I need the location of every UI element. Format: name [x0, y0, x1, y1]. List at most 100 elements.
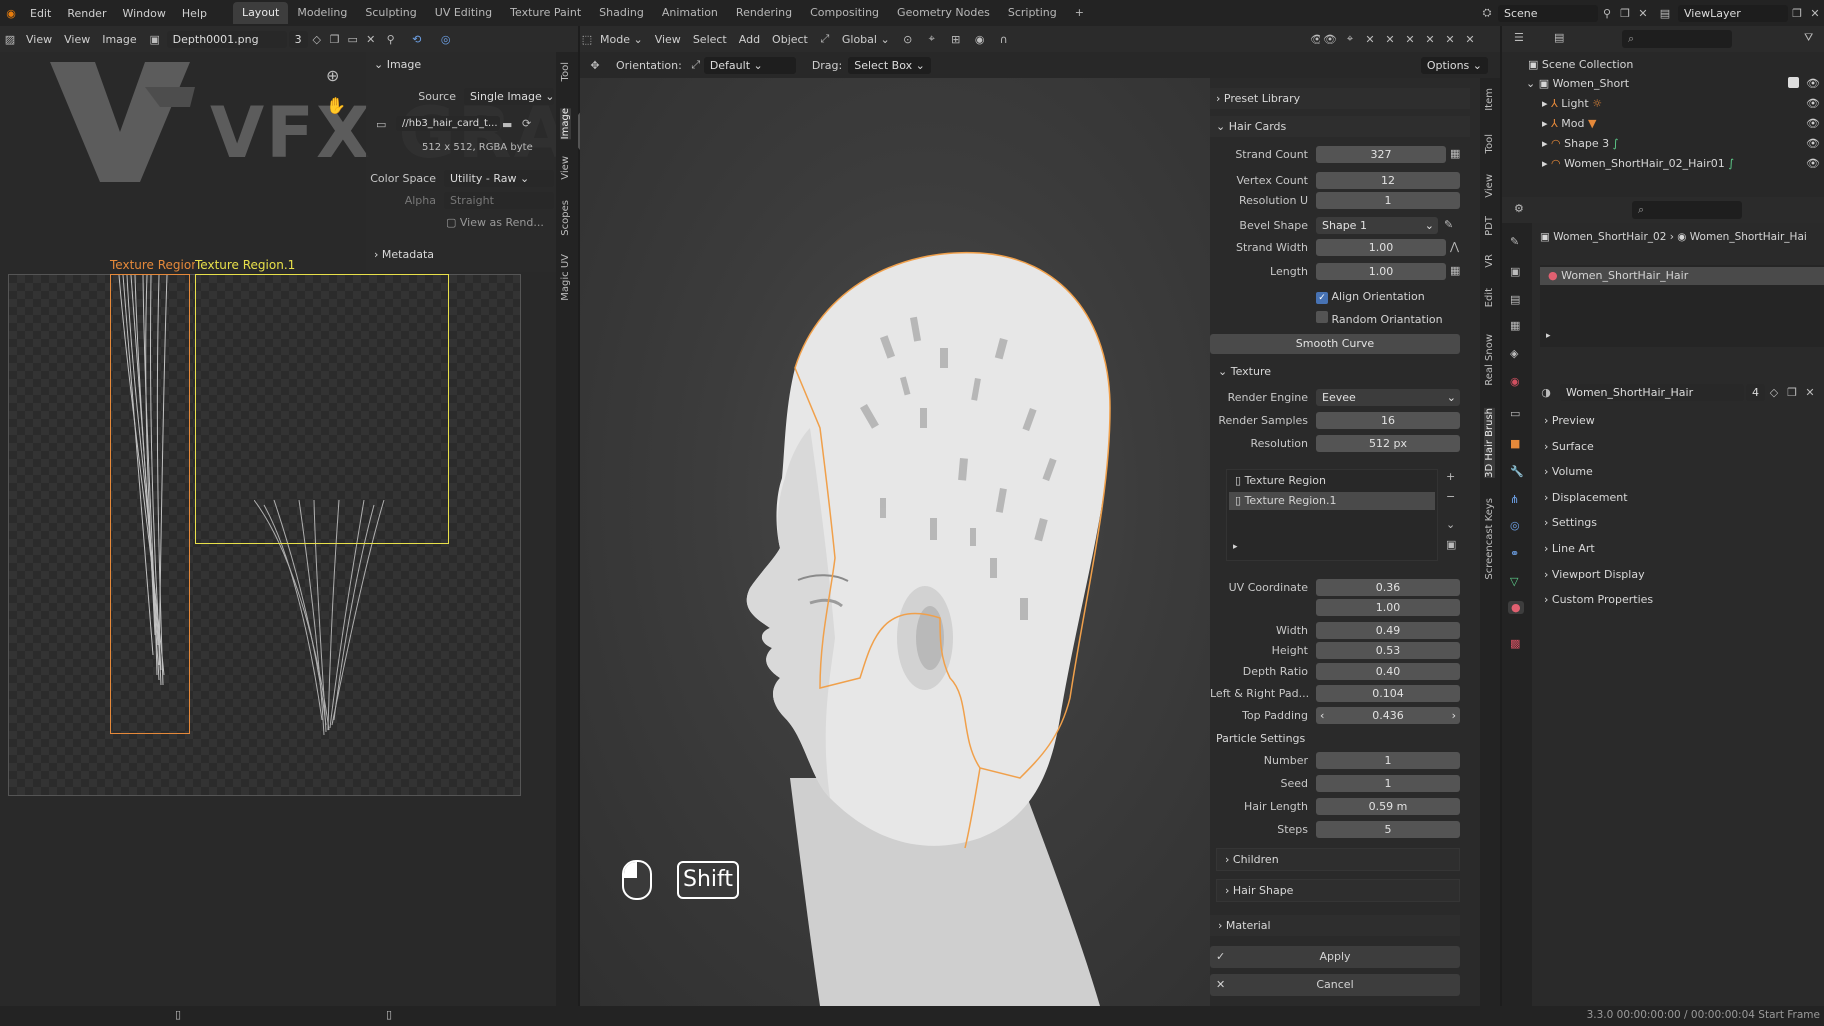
top-padding-field[interactable]: ‹ 0.436 › [1316, 707, 1460, 724]
material-slot-list[interactable]: ● Women_ShortHair_Hair ▸ [1540, 265, 1824, 347]
cursor-icon[interactable]: ⌖ [1340, 32, 1360, 46]
eye-icon[interactable]: 👁 [1806, 137, 1820, 150]
list-item-texture-region-1[interactable]: ▯ Texture Region.1 [1229, 492, 1435, 510]
pivot-icon[interactable]: ⊙ [896, 33, 920, 46]
strand-width-field[interactable]: 1.00 [1316, 239, 1446, 256]
data-tab-icon[interactable]: ▽ [1510, 575, 1518, 588]
tab-magic-uv[interactable]: Magic UV [560, 254, 571, 301]
tab-sculpting[interactable]: Sculpting [356, 2, 425, 24]
outliner-item-mod[interactable]: ▸ ⅄ Mod ▼ [1542, 117, 1596, 130]
seed-field[interactable]: 1 [1316, 775, 1460, 792]
outliner-editor-icon[interactable]: ☰ [1514, 31, 1524, 44]
strand-count-icon[interactable]: ▦ [1450, 147, 1460, 160]
render-samples-field[interactable]: 16 [1316, 412, 1460, 429]
apply-button[interactable]: ✓ Apply [1210, 946, 1460, 968]
random-orientation-checkbox[interactable]: Random Oriantation [1316, 311, 1443, 326]
list-item-texture-region[interactable]: ▯ Texture Region [1229, 472, 1435, 490]
scene-selector[interactable]: Scene [1498, 4, 1598, 22]
material-selector[interactable]: ◑ Women_ShortHair_Hair 4 ◇ ❐ ✕ [1532, 381, 1824, 403]
scene-icon[interactable]: ⛭ [1476, 6, 1498, 20]
tab-scripting[interactable]: Scripting [999, 2, 1066, 24]
eyedropper-icon[interactable]: ✎ [1444, 218, 1453, 231]
uv-x-field[interactable]: 0.36 [1316, 579, 1460, 596]
copy-scene-icon[interactable]: ❐ [1616, 7, 1634, 20]
line-art-section[interactable]: › Line Art [1544, 542, 1595, 555]
displacement-section[interactable]: › Displacement [1544, 491, 1628, 504]
viewport-add-menu[interactable]: Add [733, 33, 766, 46]
metadata-panel-header[interactable]: › Metadata [374, 248, 434, 261]
image-browse-icon[interactable]: ▣ [143, 33, 167, 46]
overlay-icon[interactable]: ◎ [432, 33, 460, 46]
resolution-u-field[interactable]: 1 [1316, 192, 1460, 209]
view-layer-selector[interactable]: ViewLayer [1678, 4, 1788, 22]
hair-shape-header[interactable]: › Hair Shape [1216, 879, 1460, 902]
open-folder-icon[interactable]: ▭ [344, 33, 362, 46]
tab-pdt[interactable]: PDT [1484, 216, 1495, 236]
render-engine-dropdown[interactable]: Eevee ⌄ [1316, 389, 1460, 406]
viewport-display-section[interactable]: › Viewport Display [1544, 568, 1645, 581]
object-mode-icon[interactable]: ⬚ [580, 33, 594, 46]
menu-edit[interactable]: Edit [22, 7, 59, 20]
strand-count-field[interactable]: 327 [1316, 146, 1446, 163]
object-tab-icon[interactable]: ■ [1510, 437, 1520, 450]
hair-length-field[interactable]: 0.59 m [1316, 798, 1460, 815]
mode-dropdown[interactable]: Mode ⌄ [594, 33, 649, 46]
viewport-select-menu[interactable]: Select [687, 33, 733, 46]
texture-region-box[interactable] [110, 274, 190, 734]
uv-y-field[interactable]: 1.00 [1316, 599, 1460, 616]
smooth-curve-button[interactable]: Smooth Curve [1210, 334, 1460, 354]
constraints-tab-icon[interactable]: ⚭ [1510, 547, 1519, 560]
tab-3d-hair-brush[interactable]: 3D Hair Brush [1484, 408, 1495, 478]
tab-rendering[interactable]: Rendering [727, 2, 801, 24]
scene-tab-icon[interactable]: ◈ [1510, 347, 1518, 360]
duplicate-material-icon[interactable]: ❐ [1783, 386, 1801, 399]
reload-icon[interactable]: ⟳ [522, 117, 531, 130]
length-icon[interactable]: ▦ [1450, 264, 1460, 277]
view-as-render-checkbox[interactable]: ▢ View as Rend... [446, 216, 544, 229]
transform-orientation-icon[interactable]: ⤢ [814, 32, 836, 46]
cancel-button[interactable]: ✕ Cancel [1210, 974, 1460, 996]
blender-logo-icon[interactable]: ◉ [0, 7, 22, 20]
view-menu[interactable]: View [20, 33, 58, 46]
number-field[interactable]: 1 [1316, 752, 1460, 769]
children-header[interactable]: › Children [1216, 848, 1460, 871]
menu-window[interactable]: Window [114, 7, 173, 20]
editor-type-icon[interactable]: ▨ [0, 33, 20, 46]
render-tab-icon[interactable]: ▣ [1510, 265, 1520, 278]
decrement-icon[interactable]: ‹ [1316, 707, 1324, 724]
collection-tab-icon[interactable]: ▭ [1510, 407, 1520, 420]
width-field[interactable]: 0.49 [1316, 622, 1460, 639]
tab-vr[interactable]: VR [1484, 254, 1495, 268]
tab-view[interactable]: View [560, 156, 571, 180]
tab-edit[interactable]: Edit [1484, 288, 1495, 307]
scene-collection[interactable]: ▣ Scene Collection [1528, 58, 1633, 71]
viewport-view-menu[interactable]: View [649, 33, 687, 46]
browse-file-icon[interactable]: ▬ [502, 118, 512, 131]
image-menu[interactable]: Image [96, 33, 142, 46]
settings-section[interactable]: › Settings [1544, 516, 1597, 529]
outliner-item-shape3[interactable]: ▸ ◠ Shape 3 ∫ [1542, 137, 1618, 150]
collection-women-short[interactable]: ⌄ ▣ Women_Short [1526, 77, 1629, 90]
add-workspace-icon[interactable]: + [1066, 2, 1093, 24]
image-panel-header[interactable]: ⌄ Image [374, 58, 421, 71]
tab-scopes[interactable]: Scopes [560, 200, 571, 236]
copy-layer-icon[interactable]: ❐ [1788, 7, 1806, 20]
eye-icon[interactable]: 👁 [1806, 97, 1820, 110]
tab-item[interactable]: Item [1484, 88, 1495, 111]
output-tab-icon[interactable]: ▤ [1510, 293, 1520, 306]
increment-icon[interactable]: › [1452, 707, 1460, 724]
depth-ratio-field[interactable]: 0.40 [1316, 663, 1460, 680]
tab-shading[interactable]: Shading [590, 2, 653, 24]
y-mirror-icon[interactable]: ✕ [1380, 33, 1400, 46]
view-layer-icon[interactable]: ▤ [1652, 7, 1678, 20]
extra-icon[interactable]: ✕ [1460, 33, 1480, 46]
snap-icon[interactable]: ⌖ [920, 32, 944, 46]
tab-image[interactable]: Image [560, 108, 571, 140]
browse-material-icon[interactable]: ◑ [1532, 386, 1560, 399]
preview-section[interactable]: › Preview [1544, 414, 1595, 427]
tab-uv-editing[interactable]: UV Editing [426, 2, 501, 24]
custom-properties-section[interactable]: › Custom Properties [1544, 593, 1653, 606]
texture-region-1-box[interactable] [195, 274, 449, 544]
gizmo-icon[interactable]: ⟲ [402, 33, 432, 46]
view-layer-tab-icon[interactable]: ▦ [1510, 319, 1520, 332]
